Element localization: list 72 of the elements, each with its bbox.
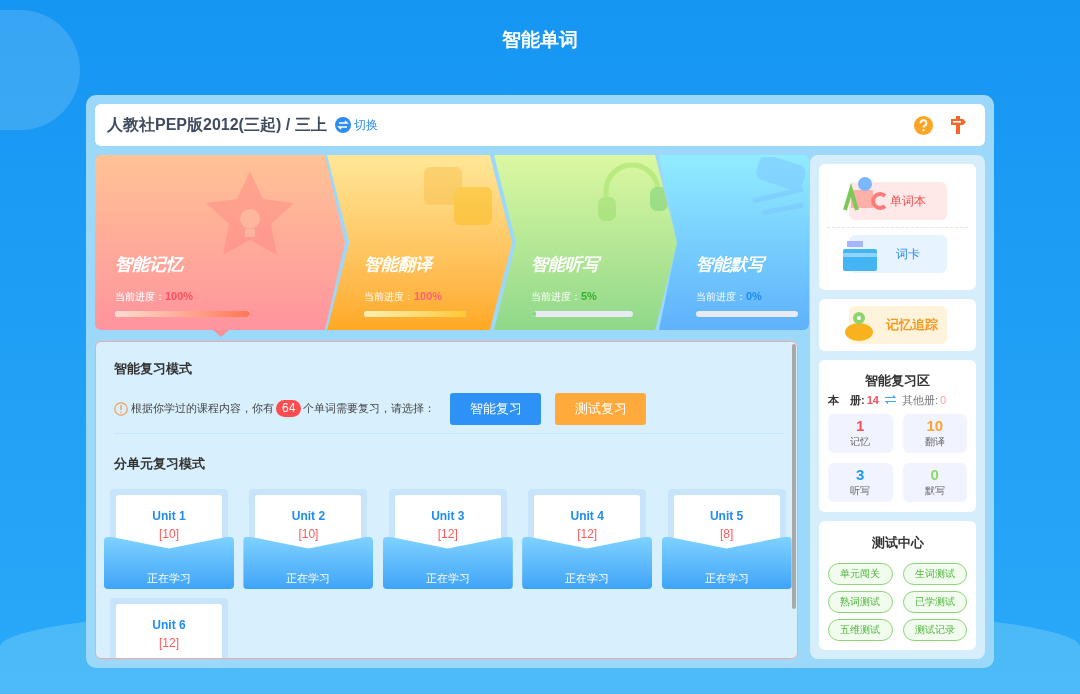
unit-name: Unit 6 <box>152 618 186 632</box>
stat-value: 1 <box>856 418 865 434</box>
test-button[interactable]: 已学测试 <box>902 590 967 613</box>
mode-card[interactable]: 智能翻译 当前进度：100% <box>327 155 512 330</box>
stat-label: 默写 <box>924 484 945 498</box>
stat-tile[interactable]: 10 翻译 <box>902 414 967 453</box>
mode-card[interactable]: 智能记忆 当前进度：100% <box>95 155 345 330</box>
unit-status: 正在学习 <box>565 570 610 586</box>
current-book-label: 本 册: <box>828 392 865 408</box>
progress-value: 100% <box>414 289 443 304</box>
word-count: [10] <box>298 527 319 541</box>
review-button[interactable]: 智能复习 <box>450 392 542 425</box>
help-icon[interactable] <box>914 115 933 135</box>
mode-card[interactable]: 智能听写 当前进度：5% <box>494 155 677 330</box>
review-hint: 根据你学过的课程内容，你有 <box>131 401 274 417</box>
word-count: [8] <box>719 527 734 541</box>
test-button[interactable]: 熟词测试 <box>828 590 893 613</box>
unit-name: Unit 3 <box>431 509 465 523</box>
card-title: 测试中心 <box>870 534 925 552</box>
progress-label: 当前进度： <box>364 289 414 304</box>
word-count: [12] <box>577 527 598 541</box>
card-title: 智能复习区 <box>864 372 931 390</box>
progress-value: 100% <box>165 289 194 304</box>
test-button[interactable]: 五维测试 <box>828 618 893 641</box>
switch-button[interactable]: 切换 <box>334 116 378 134</box>
progress-label: 当前进度： <box>531 289 581 304</box>
review-button[interactable]: 测试复习 <box>555 392 647 425</box>
stat-label: 记忆 <box>850 435 871 449</box>
swap-icon <box>334 117 351 133</box>
stat-value: 10 <box>926 418 944 434</box>
word-card-icon <box>842 238 877 271</box>
unit-status: 正在学习 <box>147 570 191 586</box>
progress-value: 5% <box>581 289 597 304</box>
unit-status: 正在学习 <box>286 570 331 586</box>
word-count-badge: 64 <box>276 400 302 417</box>
word-count: [12] <box>159 636 179 650</box>
memory-tracking-button[interactable]: 记忆追踪 <box>848 306 947 344</box>
progress-value: 0% <box>746 289 762 304</box>
other-books-label: 其他册: <box>901 392 938 408</box>
unit-name: Unit 1 <box>152 509 186 523</box>
unit-name: Unit 2 <box>291 509 326 523</box>
stat-tile[interactable]: 1 记忆 <box>828 414 893 453</box>
stat-label: 翻译 <box>924 435 945 449</box>
test-button[interactable]: 单元闯关 <box>828 562 893 585</box>
mode-card[interactable]: 智能默写 当前进度：0% <box>659 155 809 330</box>
current-book-count: 14 <box>866 392 879 408</box>
stat-value: 0 <box>930 467 939 483</box>
swap-icon <box>884 395 896 405</box>
warning-icon <box>114 401 128 416</box>
stat-tile[interactable]: 3 听写 <box>828 463 893 502</box>
test-button[interactable]: 测试记录 <box>902 618 967 641</box>
unit-name: Unit 4 <box>570 509 604 523</box>
signpost-icon[interactable] <box>949 116 967 134</box>
stat-label: 听写 <box>850 484 871 498</box>
unit-status: 正在学习 <box>704 570 749 586</box>
stat-value: 3 <box>856 467 865 483</box>
mode-title: 智能翻译 <box>364 254 432 276</box>
progress-label: 当前进度： <box>696 289 746 304</box>
section-heading: 智能复习模式 <box>114 360 193 378</box>
review-hint: 个单词需要复习，请选择： <box>303 401 436 417</box>
word-count: [12] <box>437 527 458 541</box>
stat-tile[interactable]: 0 默写 <box>902 463 967 502</box>
mode-title: 智能记忆 <box>115 254 183 276</box>
page-title: 智能单词 <box>502 28 578 50</box>
unit-status: 正在学习 <box>425 570 470 586</box>
word-count: [10] <box>159 527 179 541</box>
unit-name: Unit 5 <box>709 509 744 523</box>
other-books-count: 0 <box>940 392 947 408</box>
book-title: 人教社PEP版2012(三起) / 三上 <box>107 115 327 135</box>
section-heading: 分单元复习模式 <box>114 454 206 473</box>
test-button[interactable]: 生词测试 <box>902 562 967 585</box>
progress-label: 当前进度： <box>115 289 165 304</box>
